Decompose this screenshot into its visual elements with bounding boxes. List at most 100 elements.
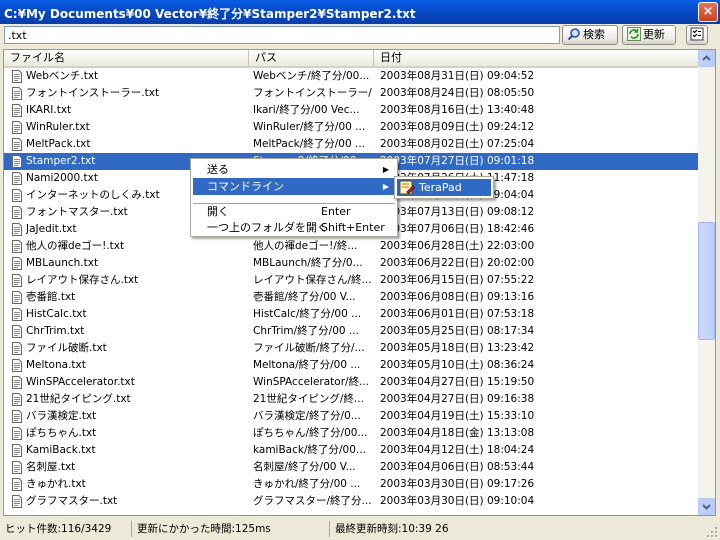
file-name-cell: 壱番館.txt — [26, 291, 76, 303]
vertical-scrollbar[interactable] — [698, 50, 715, 515]
table-row[interactable]: ChrTrim.txt ChrTrim/終了分/00 ... 2003年05月25日… — [4, 323, 699, 340]
table-row[interactable]: ファイル破断.txt ファイル破断/終了分/... 2003年05月18日(日) 1… — [4, 340, 699, 357]
text-file-icon — [12, 376, 22, 389]
text-file-icon — [12, 393, 22, 406]
chevron-up-icon — [702, 55, 711, 61]
refresh-button[interactable]: 更新 — [622, 25, 676, 45]
table-row[interactable]: WinRuler.txt WinRuler/終了分/00 ... 2003年08月0… — [4, 119, 699, 136]
text-file-icon — [12, 308, 22, 321]
file-path-cell: HistCalc/終了分/00 ... — [253, 308, 362, 320]
status-update-duration: 更新にかかった時間:125ms — [134, 521, 330, 537]
file-date-cell: 2003年03月30日(日) 09:10:04 — [380, 495, 535, 507]
table-row[interactable]: MBLaunch.txt MBLaunch/終了分/0... 2003年06月22日… — [4, 255, 699, 272]
file-name-cell: グラフマスター.txt — [26, 495, 118, 507]
table-row[interactable]: Webベンチ.txt Webベンチ/終了分/00... 2003年08月31日(日)… — [4, 68, 699, 85]
file-path-cell: きゅかれ/終了分/00 ... — [253, 478, 361, 490]
file-date-cell: 2003年06月28日(土) 22:03:00 — [380, 240, 535, 252]
menu-item-label: コマンドライン — [207, 180, 284, 193]
file-name-cell: IKARI.txt — [26, 104, 72, 116]
file-path-cell: Webベンチ/終了分/00... — [253, 70, 370, 82]
command-line-submenu: TeraPad — [394, 176, 494, 199]
file-list[interactable]: ファイル名 パス 日付 Webベンチ.txt Webベンチ/終了分/00... 20… — [3, 49, 716, 516]
scroll-thumb[interactable] — [698, 222, 715, 340]
file-path-cell: グラフマスター/終了分... — [253, 495, 372, 507]
text-file-icon — [12, 104, 22, 117]
column-header-date[interactable]: 日付 — [374, 50, 699, 66]
column-header-name[interactable]: ファイル名 — [4, 50, 249, 66]
search-button[interactable]: 検索 — [562, 25, 618, 45]
file-path-cell: 他人の褌deゴー!/終... — [253, 240, 358, 252]
table-row[interactable]: HistCalc.txt HistCalc/終了分/00 ... 2003年06月0… — [4, 306, 699, 323]
column-header-path[interactable]: パス — [249, 50, 374, 66]
table-row[interactable]: 壱番館.txt 壱番館/終了分/00 V... 2003年06月08日(日) 09:… — [4, 289, 699, 306]
submenu-item-terapad[interactable]: TeraPad — [397, 179, 491, 196]
file-path-cell: Meltona/終了分/00 ... — [253, 359, 361, 371]
menu-item-send-to[interactable]: 送る ▶ — [193, 161, 395, 178]
text-file-icon — [12, 410, 22, 423]
search-input[interactable] — [4, 26, 560, 44]
scroll-down-button[interactable] — [698, 498, 715, 515]
submenu-arrow-icon: ▶ — [382, 182, 389, 191]
file-name-cell: ぽちちゃん.txt — [26, 427, 97, 439]
menu-item-open[interactable]: 開く Enter — [193, 203, 395, 220]
chevron-down-icon — [702, 504, 711, 510]
menu-item-label: 開く — [207, 205, 229, 218]
table-row[interactable]: 他人の褌deゴー!.txt 他人の褌deゴー!/終... 2003年06月28日(土… — [4, 238, 699, 255]
text-file-icon — [12, 172, 22, 185]
file-path-cell: 名刺屋/終了分/00 V... — [253, 461, 356, 473]
status-bar: ヒット件数:116/3429 更新にかかった時間:125ms 最終更新時刻:10… — [0, 518, 720, 540]
file-date-cell: 2003年03月30日(日) 09:17:26 — [380, 478, 535, 490]
table-row[interactable]: きゅかれ.txt きゅかれ/終了分/00 ... 2003年03月30日(日) 09… — [4, 476, 699, 493]
table-row[interactable]: KamiBack.txt kamiBack/終了分/00... 2003年04月12… — [4, 442, 699, 459]
submenu-item-label: TeraPad — [419, 181, 462, 194]
scroll-up-button[interactable] — [698, 50, 715, 67]
table-row[interactable]: MeltPack.txt MeltPack/終了分/00 ... 2003年08月0… — [4, 136, 699, 153]
close-button[interactable]: × — [698, 2, 718, 22]
text-file-icon — [12, 121, 22, 134]
table-row[interactable]: IKARI.txt Ikari/終了分/00 Vec... 2003年08月16日(… — [4, 102, 699, 119]
table-row[interactable]: バラ漢検定.txt バラ漢検定/終了分/0... 2003年04月19日(土) 15… — [4, 408, 699, 425]
menu-item-label: 一つ上のフォルダを開く — [207, 221, 328, 234]
menu-item-shortcut: Shift+Enter — [321, 221, 385, 234]
file-date-cell: 2003年08月16日(土) 13:40:48 — [380, 104, 535, 116]
table-row[interactable]: 21世紀タイピング.txt 21世紀タイピング/終... 2003年04月27日(日… — [4, 391, 699, 408]
table-row[interactable]: グラフマスター.txt グラフマスター/終了分... 2003年03月30日(日) … — [4, 493, 699, 510]
file-path-cell: WinSPAccelerator/終... — [253, 376, 370, 388]
text-file-icon — [12, 257, 22, 270]
file-name-cell: Meltona.txt — [26, 359, 86, 371]
settings-button[interactable] — [686, 25, 708, 45]
table-row[interactable]: レイアウト保存さん.txt レイアウト保存さん/終... 2003年06月15日(日… — [4, 272, 699, 289]
file-date-cell: 2003年06月22日(日) 20:02:00 — [380, 257, 535, 269]
menu-item-open-parent-folder[interactable]: 一つ上のフォルダを開く Shift+Enter — [193, 219, 395, 236]
menu-item-shortcut: Enter — [321, 205, 351, 218]
table-row[interactable]: Meltona.txt Meltona/終了分/00 ... 2003年05月10日… — [4, 357, 699, 374]
file-name-cell: KamiBack.txt — [26, 444, 96, 456]
file-path-cell: 壱番館/終了分/00 V... — [253, 291, 356, 303]
file-date-cell: 2003年08月31日(日) 09:04:52 — [380, 70, 535, 82]
resize-grip-icon[interactable] — [707, 527, 719, 539]
text-file-icon — [12, 138, 22, 151]
status-hit-count: ヒット件数:116/3429 — [2, 521, 132, 537]
file-date-cell: 2003年06月08日(日) 09:13:16 — [380, 291, 535, 303]
file-name-cell: Webベンチ.txt — [26, 70, 99, 82]
file-path-cell: レイアウト保存さん/終... — [253, 274, 372, 286]
table-row[interactable]: WinSPAccelerator.txt WinSPAccelerator/終..… — [4, 374, 699, 391]
settings-icon — [690, 27, 704, 41]
text-file-icon — [12, 478, 22, 491]
text-file-icon — [12, 427, 22, 440]
menu-item-command-line[interactable]: コマンドライン ▶ — [193, 178, 395, 195]
text-file-icon — [12, 189, 22, 202]
file-date-cell: 2003年08月09日(土) 09:24:12 — [380, 121, 535, 133]
text-file-icon — [12, 461, 22, 474]
file-name-cell: 名刺屋.txt — [26, 461, 76, 473]
text-file-icon — [12, 444, 22, 457]
title-bar[interactable]: C:¥My Documents¥00 Vector¥終了分¥Stamper2¥S… — [0, 0, 720, 24]
table-row[interactable]: 名刺屋.txt 名刺屋/終了分/00 V... 2003年04月06日(日) 08:… — [4, 459, 699, 476]
submenu-arrow-icon: ▶ — [382, 165, 389, 174]
table-row[interactable]: ぽちちゃん.txt ぽちちゃん/終了分/00... 2003年04月18日(金) 1… — [4, 425, 699, 442]
table-row[interactable]: フォントインストーラー.txt フォントインストーラー/... 2003年08月24… — [4, 85, 699, 102]
file-path-cell: MBLaunch/終了分/0... — [253, 257, 363, 269]
file-date-cell: 2003年04月12日(土) 18:04:24 — [380, 444, 535, 456]
file-date-cell: 2003年06月01日(日) 07:53:18 — [380, 308, 535, 320]
file-date-cell: 2003年07月13日(日) 09:08:12 — [380, 206, 535, 218]
